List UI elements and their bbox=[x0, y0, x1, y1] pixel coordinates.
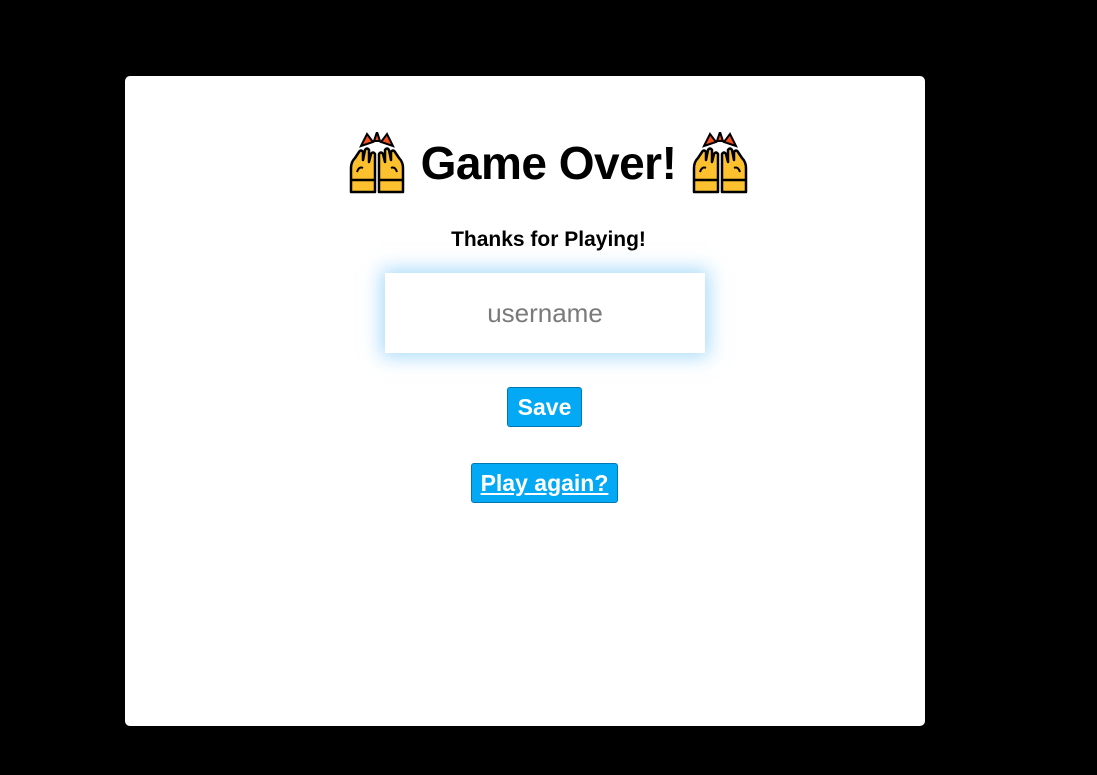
raising-hands-icon bbox=[690, 128, 750, 194]
username-input[interactable] bbox=[385, 273, 705, 353]
raising-hands-icon bbox=[347, 128, 407, 194]
thanks-subtitle: Thanks for Playing! bbox=[451, 228, 646, 251]
game-over-title: Game Over! bbox=[420, 137, 677, 189]
title-row: Game Over! bbox=[0, 128, 1097, 198]
save-button[interactable]: Save bbox=[507, 387, 582, 427]
play-again-button[interactable]: Play again? bbox=[471, 463, 618, 503]
